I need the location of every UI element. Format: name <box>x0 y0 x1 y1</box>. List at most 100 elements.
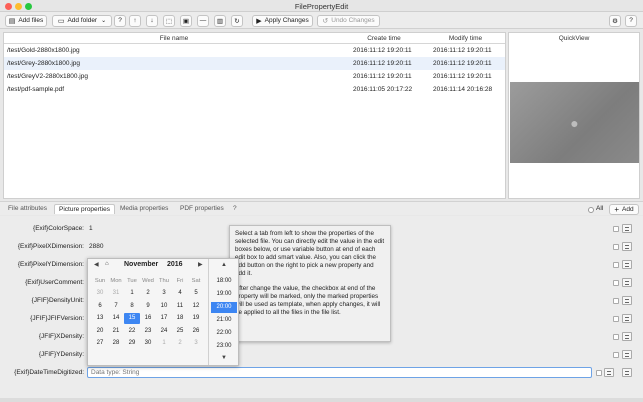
property-checkbox[interactable] <box>613 316 619 322</box>
prev-month-icon[interactable]: ◀ <box>94 261 99 268</box>
undo-changes-button[interactable]: ↺ Undo Changes <box>317 14 380 27</box>
tab-help[interactable]: ? <box>233 205 237 212</box>
scroll-up-icon[interactable]: ▲ <box>221 262 227 268</box>
calendar-day[interactable]: 27 <box>92 338 108 349</box>
select-all-button[interactable]: ⬚ <box>163 14 175 27</box>
calendar-day[interactable]: 7 <box>108 301 124 312</box>
property-checkbox[interactable] <box>596 370 602 376</box>
time-option[interactable]: 19:00 <box>211 289 237 300</box>
calendar-day[interactable]: 29 <box>124 338 140 349</box>
calendar-day[interactable]: 16 <box>140 313 156 324</box>
variable-button[interactable] <box>622 314 632 323</box>
calendar-button[interactable] <box>604 368 614 377</box>
variable-button[interactable] <box>622 332 632 341</box>
calendar-day[interactable]: 3 <box>188 338 204 349</box>
calendar-day[interactable]: 9 <box>140 301 156 312</box>
variable-button[interactable] <box>622 242 632 251</box>
column-header-name[interactable]: File name <box>4 35 344 42</box>
table-row[interactable]: /test/Gold-2880x1800.jpg 2016:11:12 19:2… <box>4 44 505 57</box>
property-checkbox[interactable] <box>613 262 619 268</box>
calendar-day[interactable]: 12 <box>188 301 204 312</box>
time-option[interactable]: 20:00 <box>211 302 237 313</box>
calendar-day[interactable]: 25 <box>172 326 188 337</box>
apply-changes-button[interactable]: ▶ Apply Changes <box>252 14 313 27</box>
calendar-day[interactable]: 30 <box>140 338 156 349</box>
property-checkbox[interactable] <box>613 334 619 340</box>
add-property-button[interactable]: + Add <box>609 204 639 215</box>
preview-image: ● <box>510 82 639 163</box>
add-folder-button[interactable]: ▭ Add folder ⌄ <box>52 14 112 27</box>
home-icon[interactable]: ⌂ <box>105 261 109 267</box>
clear-list-button[interactable]: ▥ <box>214 14 226 27</box>
variable-button[interactable] <box>622 278 632 287</box>
calendar-day[interactable]: 18 <box>172 313 188 324</box>
table-row[interactable]: /test/GreyV2-2880x1800.jpg 2016:11:12 19… <box>4 70 505 83</box>
calendar-day[interactable]: 19 <box>188 313 204 324</box>
calendar-day[interactable]: 30 <box>92 288 108 299</box>
calendar-day[interactable]: 17 <box>156 313 172 324</box>
calendar-day[interactable]: 22 <box>124 326 140 337</box>
variable-button[interactable] <box>622 350 632 359</box>
property-value[interactable]: 1 <box>89 225 93 232</box>
settings-button[interactable]: ⚙ <box>609 14 621 27</box>
tab-picture-properties[interactable]: Picture properties <box>54 204 115 214</box>
calendar-day[interactable]: 13 <box>92 313 108 324</box>
calendar-day[interactable]: 10 <box>156 301 172 312</box>
variable-button[interactable] <box>622 368 632 377</box>
calendar-day[interactable]: 23 <box>140 326 156 337</box>
table-row[interactable]: /test/Grey-2880x1800.jpg 2016:11:12 19:2… <box>4 57 505 70</box>
remove-button[interactable]: — <box>197 14 209 27</box>
move-down-button[interactable]: ↓ <box>146 14 158 27</box>
calendar-day[interactable]: 20 <box>92 326 108 337</box>
all-radio[interactable] <box>588 207 594 213</box>
calendar-day[interactable]: 8 <box>124 301 140 312</box>
calendar-day[interactable]: 1 <box>156 338 172 349</box>
table-row[interactable]: /test/pdf-sample.pdf 2016:11:05 20:17:22… <box>4 83 505 96</box>
datetime-digitized-input[interactable] <box>87 367 592 378</box>
move-up-button[interactable]: ↑ <box>129 14 141 27</box>
calendar-day[interactable]: 2 <box>140 288 156 299</box>
calendar-day[interactable]: 11 <box>172 301 188 312</box>
variable-button[interactable] <box>622 224 632 233</box>
property-checkbox[interactable] <box>613 298 619 304</box>
calendar-day[interactable]: 3 <box>156 288 172 299</box>
property-value[interactable]: 2880 <box>89 243 103 250</box>
calendar-day[interactable]: 15 <box>124 313 140 324</box>
tab-file-attributes[interactable]: File attributes <box>8 205 47 212</box>
refresh-button[interactable]: ↻ <box>231 14 243 27</box>
tab-media-properties[interactable]: Media properties <box>120 205 168 212</box>
calendar-day[interactable]: 24 <box>156 326 172 337</box>
calendar-day[interactable]: 2 <box>172 338 188 349</box>
time-option[interactable]: 22:00 <box>211 328 237 339</box>
column-header-create[interactable]: Create time <box>344 35 424 42</box>
add-files-button[interactable]: ▤ Add files <box>5 14 47 27</box>
tab-pdf-properties[interactable]: PDF properties <box>180 205 224 212</box>
variable-button[interactable] <box>622 260 632 269</box>
deselect-button[interactable]: ▣ <box>180 14 192 27</box>
calendar-day[interactable]: 4 <box>172 288 188 299</box>
calendar-day[interactable]: 28 <box>108 338 124 349</box>
calendar-day[interactable]: 21 <box>108 326 124 337</box>
calendar-day[interactable]: 31 <box>108 288 124 299</box>
calendar-day[interactable]: 26 <box>188 326 204 337</box>
help-button[interactable]: ? <box>114 14 126 27</box>
calendar-day[interactable]: 6 <box>92 301 108 312</box>
calendar-day[interactable]: 1 <box>124 288 140 299</box>
column-header-modify[interactable]: Modify time <box>424 35 507 42</box>
scroll-down-icon[interactable]: ▼ <box>221 355 227 361</box>
help-button-right[interactable]: ? <box>625 14 637 27</box>
time-picker: ▲ 18:00 19:00 20:00 21:00 22:00 23:00 ▼ <box>208 259 239 365</box>
calendar-day[interactable]: 14 <box>108 313 124 324</box>
time-option[interactable]: 21:00 <box>211 315 237 326</box>
property-checkbox[interactable] <box>613 280 619 286</box>
calendar-day[interactable]: 5 <box>188 288 204 299</box>
property-label: {JFIF}JFIFVersion: <box>30 315 84 322</box>
variable-button[interactable] <box>622 296 632 305</box>
property-checkbox[interactable] <box>613 244 619 250</box>
time-option[interactable]: 23:00 <box>211 341 237 352</box>
time-option[interactable]: 18:00 <box>211 276 237 287</box>
file-table: File name Create time Modify time /test/… <box>3 32 506 199</box>
property-checkbox[interactable] <box>613 226 619 232</box>
property-checkbox[interactable] <box>613 352 619 358</box>
next-month-icon[interactable]: ▶ <box>198 261 203 268</box>
